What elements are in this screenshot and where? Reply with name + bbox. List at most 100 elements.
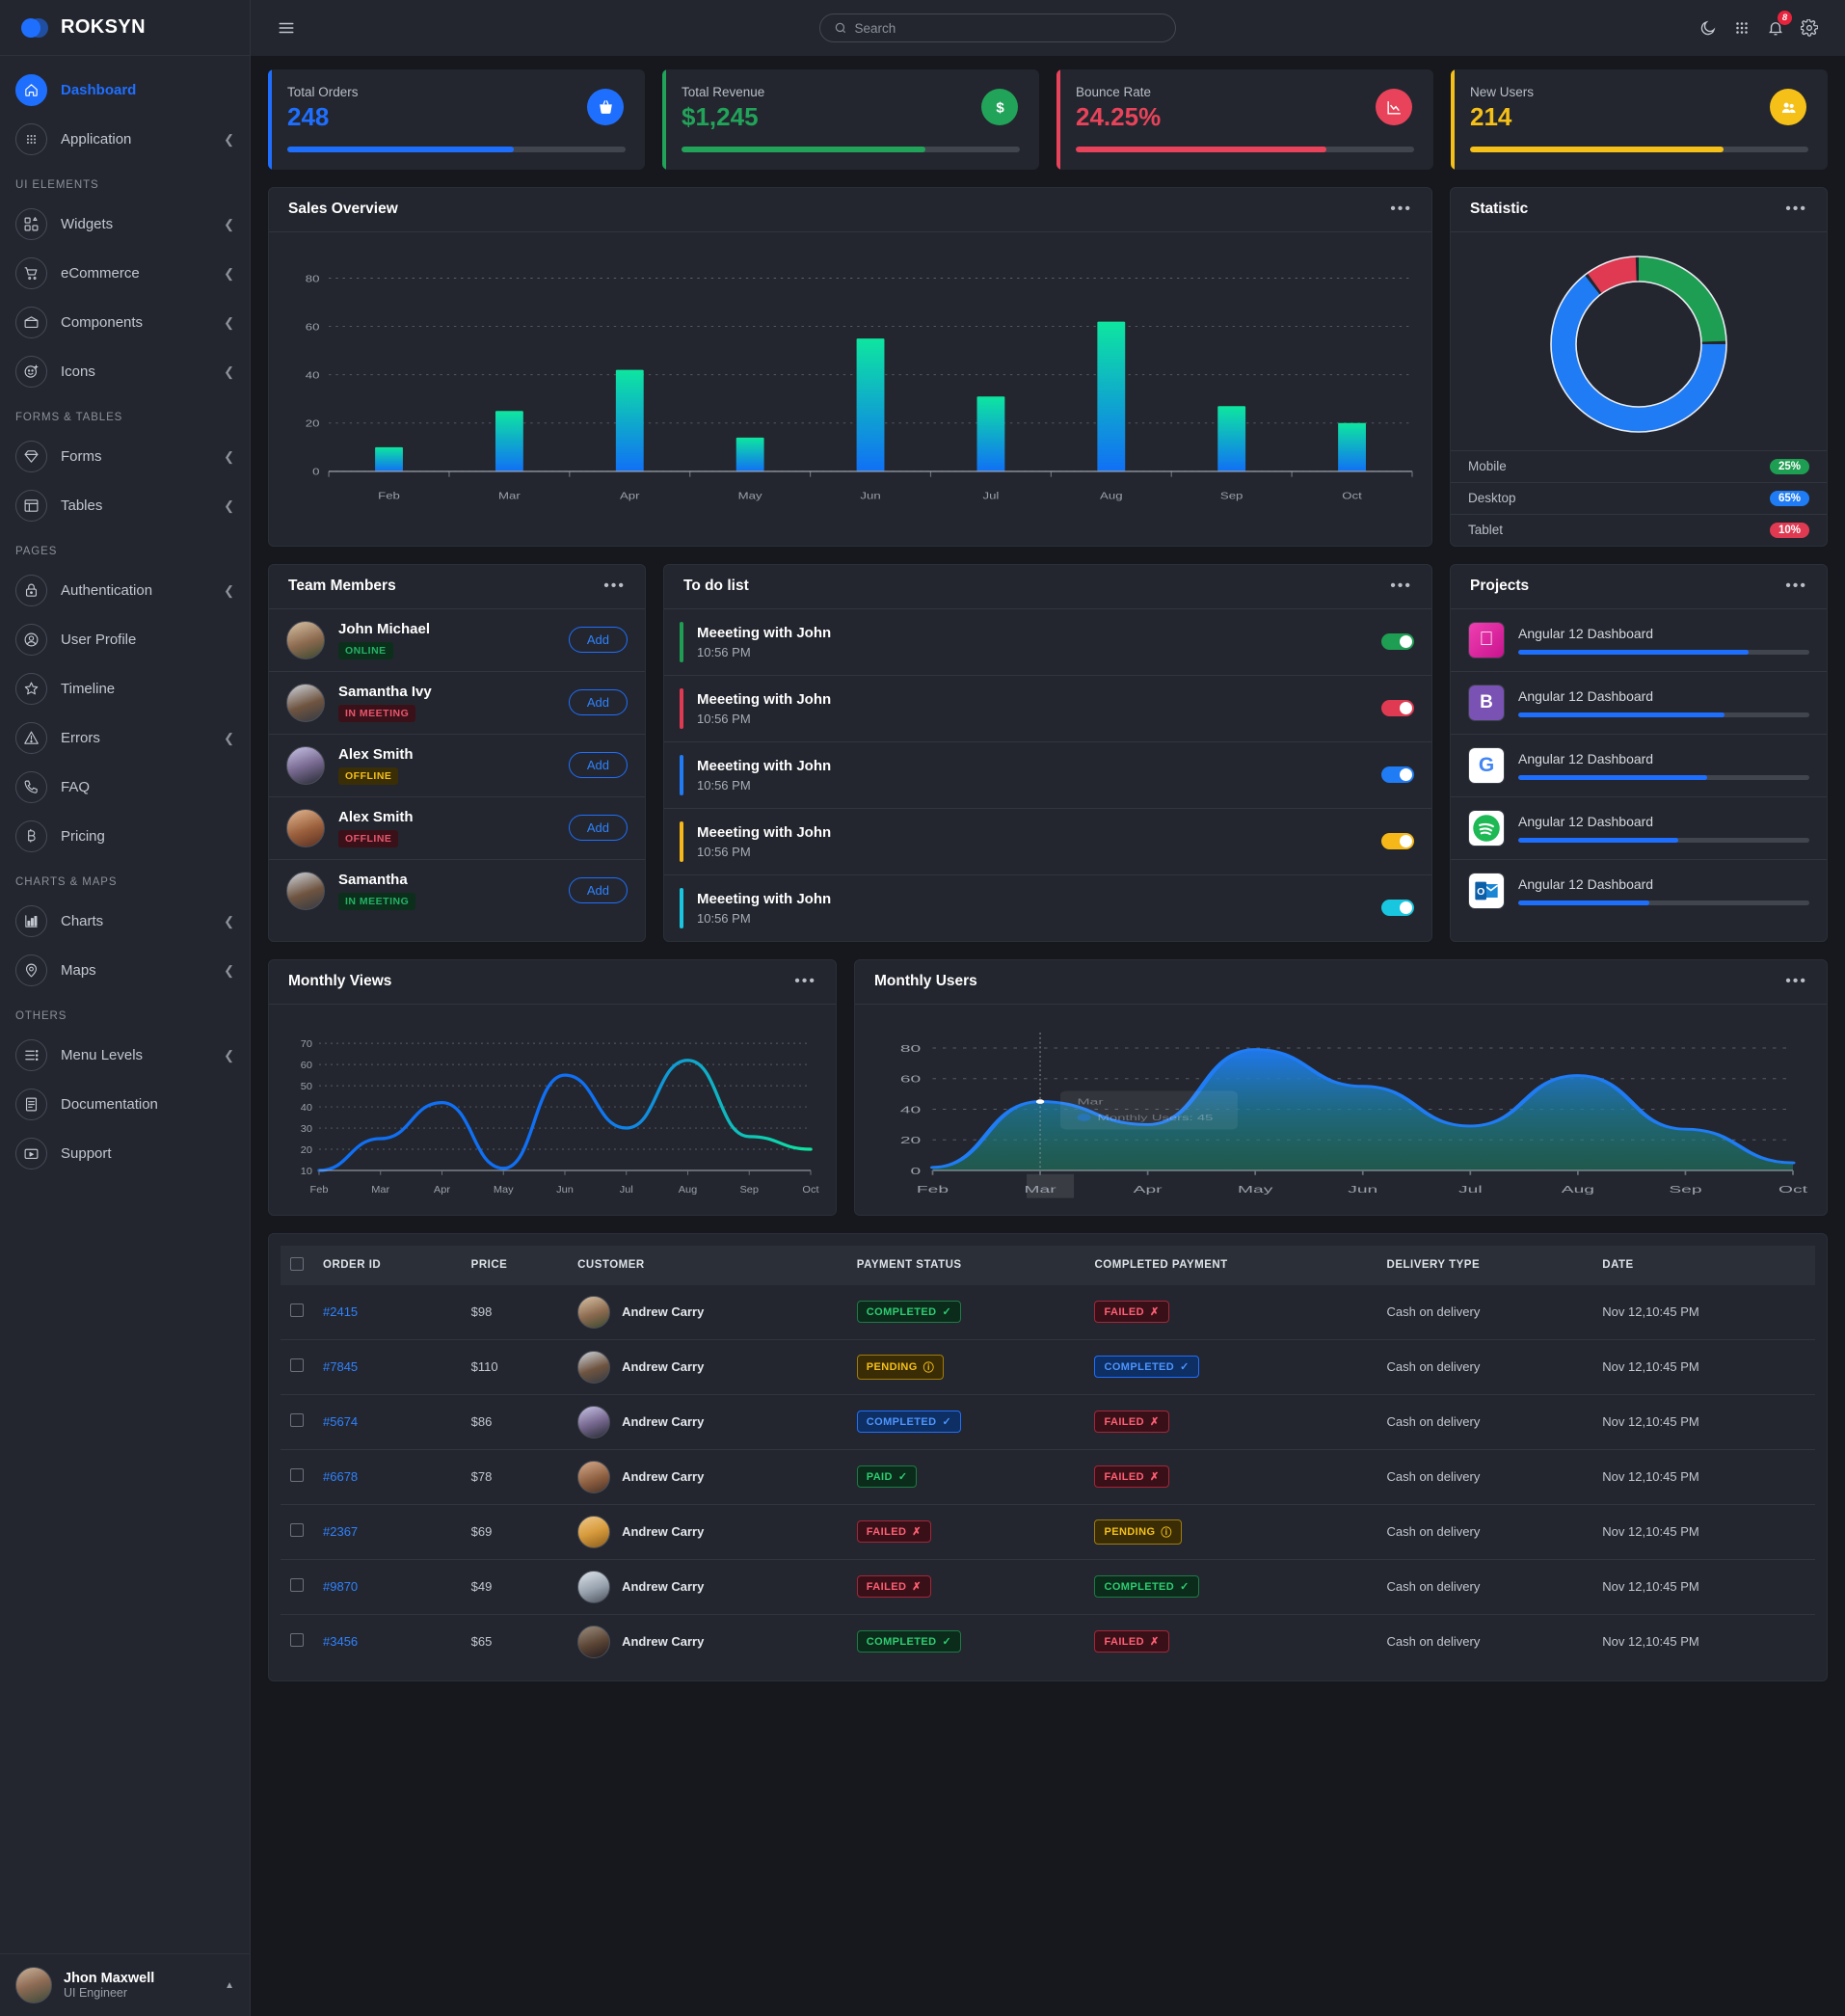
sidebar-item-charts[interactable]: Charts ❮ [0,897,250,946]
bell-icon[interactable]: 8 [1761,11,1792,42]
todo-title: Meeeting with John [697,823,832,841]
svg-text:60: 60 [301,1060,312,1071]
row-checkbox[interactable] [290,1358,304,1373]
sidebar-item-errors[interactable]: Errors ❮ [0,713,250,763]
order-id-link[interactable]: #9870 [313,1559,462,1615]
chevron-left-icon[interactable]: ❮ [224,364,234,380]
todo-toggle[interactable] [1381,766,1414,784]
sidebar-item-menu-levels[interactable]: Menu Levels ❮ [0,1031,250,1080]
row-checkbox[interactable] [290,1413,304,1428]
add-button[interactable]: Add [568,815,628,842]
sidebar-item-application[interactable]: Application ❮ [0,115,250,164]
sidebar-item-label: Menu Levels [61,1047,144,1063]
add-button[interactable]: Add [568,627,628,654]
sidebar-item-support[interactable]: Support [0,1129,250,1178]
panel-menu-button[interactable]: ••• [603,578,626,594]
todo-toggle[interactable] [1381,633,1414,651]
sidebar-item-faq[interactable]: FAQ [0,763,250,812]
todo-toggle[interactable] [1381,700,1414,717]
table-icon [15,490,47,522]
row-checkbox[interactable] [290,1633,304,1648]
panel-menu-button[interactable]: ••• [794,974,816,989]
panel-menu-button[interactable]: ••• [1785,974,1807,989]
row-checkbox[interactable] [290,1523,304,1538]
chevron-left-icon[interactable]: ❮ [224,731,234,746]
monthly-users-title: Monthly Users [874,973,977,990]
chevron-left-icon[interactable]: ❮ [224,266,234,282]
chevron-left-icon[interactable]: ❮ [224,583,234,599]
todo-time: 10:56 PM [697,644,751,659]
sidebar-item-pricing[interactable]: Pricing [0,812,250,861]
panel-menu-button[interactable]: ••• [1390,578,1412,594]
select-all-checkbox[interactable] [290,1256,304,1271]
panel-menu-button[interactable]: ••• [1785,578,1807,594]
sidebar-item-documentation[interactable]: Documentation [0,1080,250,1129]
chevron-left-icon[interactable]: ❮ [224,449,234,465]
add-button[interactable]: Add [568,877,628,904]
sidebar-item-timeline[interactable]: Timeline [0,664,250,713]
chevron-left-icon[interactable]: ❮ [224,914,234,929]
charts-row-1: Sales Overview ••• 0 20 40 60 80 Feb Mar Apr May… [268,186,1828,547]
chevron-left-icon[interactable]: ❮ [224,498,234,514]
hamburger-icon[interactable] [272,13,301,42]
sidebar-item-forms[interactable]: Forms ❮ [0,432,250,481]
team-member-name: Alex Smith [338,745,414,763]
team-member-name: John Michael [338,620,431,637]
date-cell: Nov 12,10:45 PM [1592,1504,1815,1560]
chevron-left-icon[interactable]: ❮ [224,132,234,148]
todo-title: Meeeting with John [697,890,832,907]
stat-card-label: Total Revenue [682,85,765,99]
order-id-link[interactable]: #3456 [313,1614,462,1669]
search-box[interactable] [818,13,1176,42]
row-checkbox[interactable] [290,1578,304,1593]
order-id-link[interactable]: #5674 [313,1394,462,1450]
panel-header: Monthly Users ••• [855,960,1827,1005]
chevron-left-icon[interactable]: ❮ [224,963,234,979]
sidebar-item-widgets[interactable]: Widgets ❮ [0,200,250,249]
gear-icon[interactable] [1795,13,1824,42]
search-input[interactable] [854,20,1162,36]
caret-up-icon[interactable]: ▲ [225,1980,234,1991]
chevron-left-icon[interactable]: ❮ [224,217,234,232]
table-column-header: DATE [1592,1245,1815,1285]
status-glyph-icon: ✗ [912,1581,922,1594]
brand-name: ROKSYN [61,16,146,38]
sidebar-item-dashboard[interactable]: Dashboard [0,66,250,115]
status-glyph-icon: ✓ [1180,1361,1190,1374]
sidebar-item-tables[interactable]: Tables ❮ [0,481,250,530]
todo-list: Meeeting with John 10:56 PM Meeeting wit… [664,609,1431,941]
todo-item: Meeeting with John 10:56 PM [664,807,1431,874]
grid-apps-icon[interactable] [1727,13,1756,42]
row-checkbox[interactable] [290,1304,304,1318]
delivery-type-cell: Cash on delivery [1386,1634,1481,1650]
sidebar-item-authentication[interactable]: Authentication ❮ [0,566,250,615]
brand[interactable]: ROKSYN [0,0,250,56]
todo-color-bar [680,887,683,928]
sidebar-item-components[interactable]: Components ❮ [0,298,250,347]
sidebar-item-ecommerce[interactable]: eCommerce ❮ [0,249,250,298]
order-id-link[interactable]: #6678 [313,1449,462,1505]
chevron-left-icon[interactable]: ❮ [224,1048,234,1063]
content: Total Orders 248 Total Revenue $1,245 $ … [251,56,1845,1699]
orders-table: ORDER ID PRICE CUSTOMER PAYMENT STATUS COMPL… [281,1245,1815,1669]
panel-menu-button[interactable]: ••• [1390,202,1412,217]
moon-icon[interactable] [1694,13,1723,42]
customer-name: Andrew Carry [622,1634,705,1650]
row-checkbox[interactable] [290,1468,304,1483]
sidebar-user-profile[interactable]: Jhon Maxwell UI Engineer ▲ [0,1953,250,2016]
order-id-link[interactable]: #2367 [313,1504,462,1560]
sidebar-item-icons[interactable]: Icons ❮ [0,347,250,396]
sidebar-item-user-profile[interactable]: User Profile [0,615,250,664]
panel-menu-button[interactable]: ••• [1785,202,1807,217]
lock-icon [15,575,47,606]
todo-toggle[interactable] [1381,900,1414,917]
sidebar-item-maps[interactable]: Maps ❮ [0,946,250,995]
order-id-link[interactable]: #2415 [313,1284,462,1340]
add-button[interactable]: Add [568,689,628,716]
todo-toggle[interactable] [1381,833,1414,850]
add-button[interactable]: Add [568,752,628,779]
chevron-left-icon[interactable]: ❮ [224,315,234,331]
status-badge: OFFLINE [338,829,399,847]
order-id-link[interactable]: #7845 [313,1339,462,1395]
stat-card-progress [682,146,1020,152]
